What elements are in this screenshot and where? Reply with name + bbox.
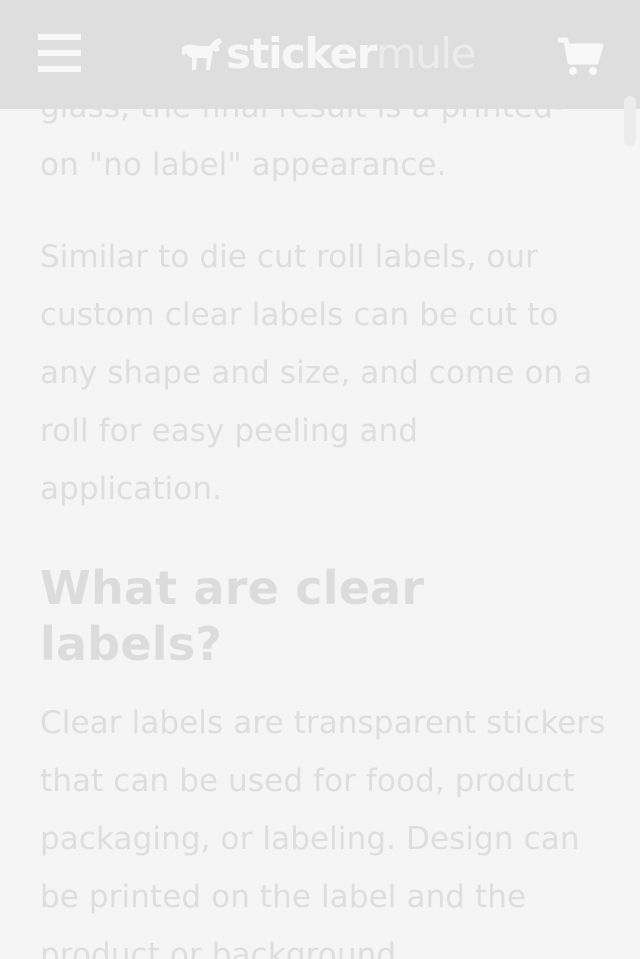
paragraph-line: on "no label" appearance.: [40, 147, 447, 183]
logo-text-secondary: mule: [375, 29, 477, 78]
shopping-cart-icon: [558, 37, 604, 75]
section-heading: What are clear labels?: [40, 561, 425, 671]
scrollbar-thumb[interactable]: [624, 96, 636, 146]
menu-button[interactable]: [38, 34, 82, 74]
article-content: glass, the final result is a printed- on…: [40, 78, 610, 959]
article-paragraph: Similar to die cut roll labels, our cust…: [40, 239, 593, 507]
logo-text-primary: sticker: [226, 29, 377, 78]
site-logo[interactable]: sticker mule: [180, 29, 477, 78]
page: glass, the final result is a printed- on…: [0, 0, 640, 959]
article-paragraph: Clear labels are transparent stickers th…: [40, 705, 606, 959]
top-navigation-bar: sticker mule: [0, 0, 640, 109]
cart-button[interactable]: [556, 36, 604, 78]
mule-logo-icon: [182, 38, 222, 70]
